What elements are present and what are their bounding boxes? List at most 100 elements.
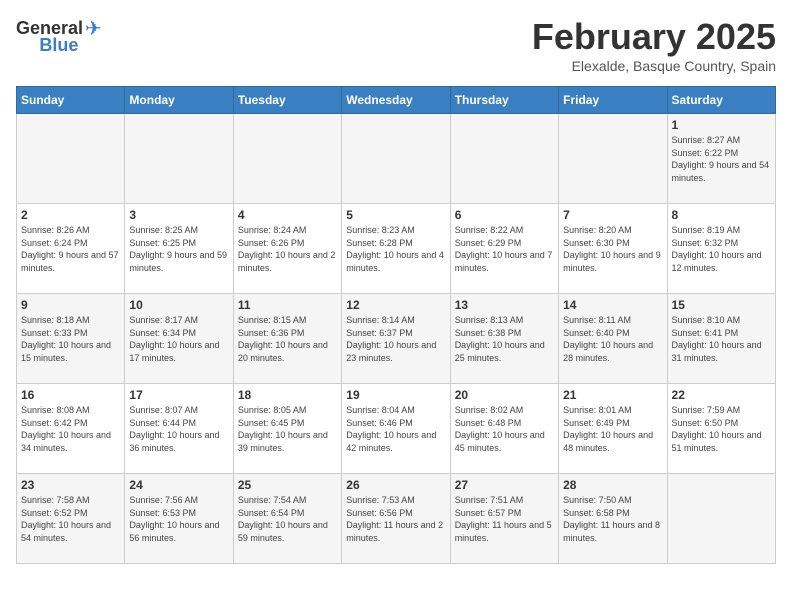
day-number: 8 bbox=[672, 208, 771, 222]
day-number: 5 bbox=[346, 208, 445, 222]
calendar-week-row: 2 Sunrise: 8:26 AM Sunset: 6:24 PM Daylig… bbox=[17, 204, 776, 294]
calendar-day-cell: 18 Sunrise: 8:05 AM Sunset: 6:45 PM Dayli… bbox=[233, 384, 341, 474]
calendar-day-cell: 4 Sunrise: 8:24 AM Sunset: 6:26 PM Daylig… bbox=[233, 204, 341, 294]
day-number: 3 bbox=[129, 208, 228, 222]
calendar-day-cell: 23 Sunrise: 7:58 AM Sunset: 6:52 PM Dayli… bbox=[17, 474, 125, 564]
day-content: Sunrise: 8:13 AM Sunset: 6:38 PM Dayligh… bbox=[455, 314, 554, 364]
day-content: Sunrise: 8:18 AM Sunset: 6:33 PM Dayligh… bbox=[21, 314, 120, 364]
day-number: 17 bbox=[129, 388, 228, 402]
day-content: Sunrise: 7:54 AM Sunset: 6:54 PM Dayligh… bbox=[238, 494, 337, 544]
day-number: 6 bbox=[455, 208, 554, 222]
calendar-day-cell: 12 Sunrise: 8:14 AM Sunset: 6:37 PM Dayli… bbox=[342, 294, 450, 384]
calendar-day-cell: 11 Sunrise: 8:15 AM Sunset: 6:36 PM Dayli… bbox=[233, 294, 341, 384]
day-number: 12 bbox=[346, 298, 445, 312]
day-content: Sunrise: 8:22 AM Sunset: 6:29 PM Dayligh… bbox=[455, 224, 554, 274]
day-content: Sunrise: 7:58 AM Sunset: 6:52 PM Dayligh… bbox=[21, 494, 120, 544]
calendar-header-day: Saturday bbox=[667, 87, 775, 114]
calendar-day-cell: 13 Sunrise: 8:13 AM Sunset: 6:38 PM Dayli… bbox=[450, 294, 558, 384]
calendar-day-cell: 14Sunrise: 8:11 AM Sunset: 6:40 PM Dayli… bbox=[559, 294, 667, 384]
day-content: Sunrise: 8:20 AM Sunset: 6:30 PM Dayligh… bbox=[563, 224, 662, 274]
day-number: 22 bbox=[672, 388, 771, 402]
day-number: 24 bbox=[129, 478, 228, 492]
calendar-day-cell: 27 Sunrise: 7:51 AM Sunset: 6:57 PM Dayli… bbox=[450, 474, 558, 564]
calendar-day-cell bbox=[667, 474, 775, 564]
day-content: Sunrise: 8:15 AM Sunset: 6:36 PM Dayligh… bbox=[238, 314, 337, 364]
day-number: 28 bbox=[563, 478, 662, 492]
calendar-day-cell bbox=[559, 114, 667, 204]
day-number: 21 bbox=[563, 388, 662, 402]
calendar-header-day: Wednesday bbox=[342, 87, 450, 114]
calendar-day-cell: 2 Sunrise: 8:26 AM Sunset: 6:24 PM Daylig… bbox=[17, 204, 125, 294]
calendar-week-row: 1Sunrise: 8:27 AM Sunset: 6:22 PM Daylig… bbox=[17, 114, 776, 204]
day-number: 20 bbox=[455, 388, 554, 402]
day-content: Sunrise: 8:10 AM Sunset: 6:41 PM Dayligh… bbox=[672, 314, 771, 364]
day-number: 4 bbox=[238, 208, 337, 222]
calendar-day-cell: 7 Sunrise: 8:20 AM Sunset: 6:30 PM Daylig… bbox=[559, 204, 667, 294]
calendar-day-cell: 15 Sunrise: 8:10 AM Sunset: 6:41 PM Dayli… bbox=[667, 294, 775, 384]
calendar-week-row: 9 Sunrise: 8:18 AM Sunset: 6:33 PM Daylig… bbox=[17, 294, 776, 384]
day-number: 7 bbox=[563, 208, 662, 222]
calendar-header-day: Monday bbox=[125, 87, 233, 114]
day-number: 16 bbox=[21, 388, 120, 402]
location-text: Elexalde, Basque Country, Spain bbox=[532, 58, 776, 74]
calendar-body: 1Sunrise: 8:27 AM Sunset: 6:22 PM Daylig… bbox=[17, 114, 776, 564]
calendar-day-cell: 9 Sunrise: 8:18 AM Sunset: 6:33 PM Daylig… bbox=[17, 294, 125, 384]
day-content: Sunrise: 7:51 AM Sunset: 6:57 PM Dayligh… bbox=[455, 494, 554, 544]
day-content: Sunrise: 8:14 AM Sunset: 6:37 PM Dayligh… bbox=[346, 314, 445, 364]
day-number: 15 bbox=[672, 298, 771, 312]
calendar-day-cell bbox=[125, 114, 233, 204]
day-number: 2 bbox=[21, 208, 120, 222]
day-content: Sunrise: 8:04 AM Sunset: 6:46 PM Dayligh… bbox=[346, 404, 445, 454]
day-number: 18 bbox=[238, 388, 337, 402]
day-content: Sunrise: 7:59 AM Sunset: 6:50 PM Dayligh… bbox=[672, 404, 771, 454]
calendar-day-cell: 8 Sunrise: 8:19 AM Sunset: 6:32 PM Daylig… bbox=[667, 204, 775, 294]
logo: General ✈ Blue bbox=[16, 16, 102, 56]
calendar-day-cell: 22 Sunrise: 7:59 AM Sunset: 6:50 PM Dayli… bbox=[667, 384, 775, 474]
title-block: February 2025 Elexalde, Basque Country, … bbox=[532, 16, 776, 74]
day-number: 10 bbox=[129, 298, 228, 312]
day-number: 23 bbox=[21, 478, 120, 492]
calendar-day-cell: 21 Sunrise: 8:01 AM Sunset: 6:49 PM Dayli… bbox=[559, 384, 667, 474]
calendar-header-row: SundayMondayTuesdayWednesdayThursdayFrid… bbox=[17, 87, 776, 114]
calendar-day-cell bbox=[17, 114, 125, 204]
day-content: Sunrise: 8:24 AM Sunset: 6:26 PM Dayligh… bbox=[238, 224, 337, 274]
page-header: General ✈ Blue February 2025 Elexalde, B… bbox=[16, 16, 776, 74]
day-number: 1 bbox=[672, 118, 771, 132]
calendar-day-cell: 10 Sunrise: 8:17 AM Sunset: 6:34 PM Dayli… bbox=[125, 294, 233, 384]
calendar-header-day: Sunday bbox=[17, 87, 125, 114]
calendar-day-cell bbox=[450, 114, 558, 204]
day-number: 14 bbox=[563, 298, 662, 312]
day-content: Sunrise: 7:50 AM Sunset: 6:58 PM Dayligh… bbox=[563, 494, 662, 544]
calendar-header-day: Thursday bbox=[450, 87, 558, 114]
calendar-day-cell: 17 Sunrise: 8:07 AM Sunset: 6:44 PM Dayli… bbox=[125, 384, 233, 474]
calendar-header-day: Tuesday bbox=[233, 87, 341, 114]
calendar-day-cell: 5 Sunrise: 8:23 AM Sunset: 6:28 PM Daylig… bbox=[342, 204, 450, 294]
calendar-day-cell: 25 Sunrise: 7:54 AM Sunset: 6:54 PM Dayli… bbox=[233, 474, 341, 564]
calendar-header-day: Friday bbox=[559, 87, 667, 114]
logo-bird-icon: ✈ bbox=[85, 16, 102, 41]
calendar-day-cell bbox=[233, 114, 341, 204]
day-content: Sunrise: 7:53 AM Sunset: 6:56 PM Dayligh… bbox=[346, 494, 445, 544]
calendar-day-cell: 16Sunrise: 8:08 AM Sunset: 6:42 PM Dayli… bbox=[17, 384, 125, 474]
day-number: 9 bbox=[21, 298, 120, 312]
day-content: Sunrise: 8:05 AM Sunset: 6:45 PM Dayligh… bbox=[238, 404, 337, 454]
day-number: 13 bbox=[455, 298, 554, 312]
calendar-day-cell: 6 Sunrise: 8:22 AM Sunset: 6:29 PM Daylig… bbox=[450, 204, 558, 294]
day-number: 19 bbox=[346, 388, 445, 402]
day-number: 11 bbox=[238, 298, 337, 312]
calendar-day-cell: 1Sunrise: 8:27 AM Sunset: 6:22 PM Daylig… bbox=[667, 114, 775, 204]
calendar-day-cell: 24Sunrise: 7:56 AM Sunset: 6:53 PM Dayli… bbox=[125, 474, 233, 564]
calendar-day-cell: 28 Sunrise: 7:50 AM Sunset: 6:58 PM Dayli… bbox=[559, 474, 667, 564]
calendar-week-row: 16Sunrise: 8:08 AM Sunset: 6:42 PM Dayli… bbox=[17, 384, 776, 474]
day-content: Sunrise: 8:25 AM Sunset: 6:25 PM Dayligh… bbox=[129, 224, 228, 274]
day-content: Sunrise: 8:19 AM Sunset: 6:32 PM Dayligh… bbox=[672, 224, 771, 274]
day-content: Sunrise: 8:01 AM Sunset: 6:49 PM Dayligh… bbox=[563, 404, 662, 454]
day-content: Sunrise: 8:17 AM Sunset: 6:34 PM Dayligh… bbox=[129, 314, 228, 364]
day-number: 27 bbox=[455, 478, 554, 492]
day-content: Sunrise: 8:26 AM Sunset: 6:24 PM Dayligh… bbox=[21, 224, 120, 274]
calendar-table: SundayMondayTuesdayWednesdayThursdayFrid… bbox=[16, 86, 776, 564]
day-number: 25 bbox=[238, 478, 337, 492]
day-content: Sunrise: 8:23 AM Sunset: 6:28 PM Dayligh… bbox=[346, 224, 445, 274]
calendar-day-cell: 20Sunrise: 8:02 AM Sunset: 6:48 PM Dayli… bbox=[450, 384, 558, 474]
day-content: Sunrise: 8:07 AM Sunset: 6:44 PM Dayligh… bbox=[129, 404, 228, 454]
